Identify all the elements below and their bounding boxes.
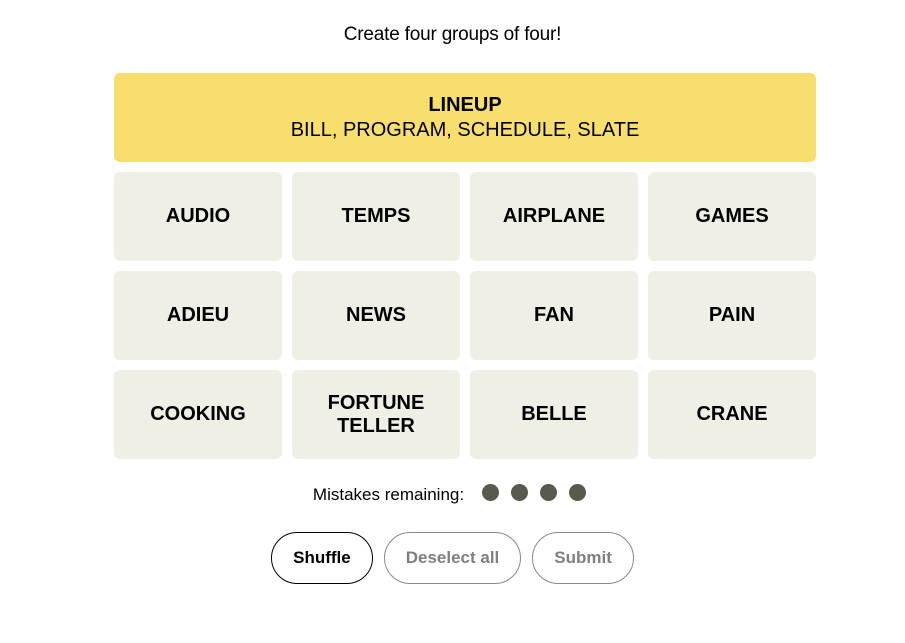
- mistakes-remaining: Mistakes remaining:: [0, 484, 905, 506]
- word-tile[interactable]: ADIEU: [114, 271, 282, 360]
- word-tile[interactable]: NEWS: [292, 271, 460, 360]
- word-tile[interactable]: TEMPS: [292, 172, 460, 261]
- shuffle-button[interactable]: Shuffle: [271, 532, 373, 584]
- word-tile[interactable]: GAMES: [648, 172, 816, 261]
- word-tile[interactable]: COOKING: [114, 370, 282, 459]
- word-tile[interactable]: CRANE: [648, 370, 816, 459]
- tile-grid: AUDIO TEMPS AIRPLANE GAMES ADIEU NEWS FA…: [114, 172, 816, 459]
- solved-group-lineup: LINEUP BILL, PROGRAM, SCHEDULE, SLATE: [114, 73, 816, 162]
- solved-group-title: LINEUP: [428, 93, 502, 116]
- deselect-all-button[interactable]: Deselect all: [383, 532, 522, 584]
- game-board: LINEUP BILL, PROGRAM, SCHEDULE, SLATE AU…: [114, 73, 816, 459]
- mistake-dot: [511, 484, 529, 501]
- submit-button[interactable]: Submit: [532, 532, 634, 584]
- word-tile[interactable]: BELLE: [470, 370, 638, 459]
- word-tile[interactable]: PAIN: [648, 271, 816, 360]
- controls: Shuffle Deselect all Submit: [0, 532, 905, 584]
- instructions: Create four groups of four!: [343, 24, 562, 45]
- mistake-dot: [569, 484, 587, 501]
- word-tile[interactable]: FORTUNE TELLER: [292, 370, 460, 459]
- word-tile[interactable]: AIRPLANE: [470, 172, 638, 261]
- word-tile[interactable]: FAN: [470, 271, 638, 360]
- mistakes-label: Mistakes remaining:: [312, 485, 465, 504]
- mistake-dot: [482, 484, 500, 501]
- solved-group-members: BILL, PROGRAM, SCHEDULE, SLATE: [290, 118, 640, 141]
- word-tile[interactable]: AUDIO: [114, 172, 282, 261]
- mistake-dot: [540, 484, 558, 501]
- mistake-dots: [476, 484, 592, 506]
